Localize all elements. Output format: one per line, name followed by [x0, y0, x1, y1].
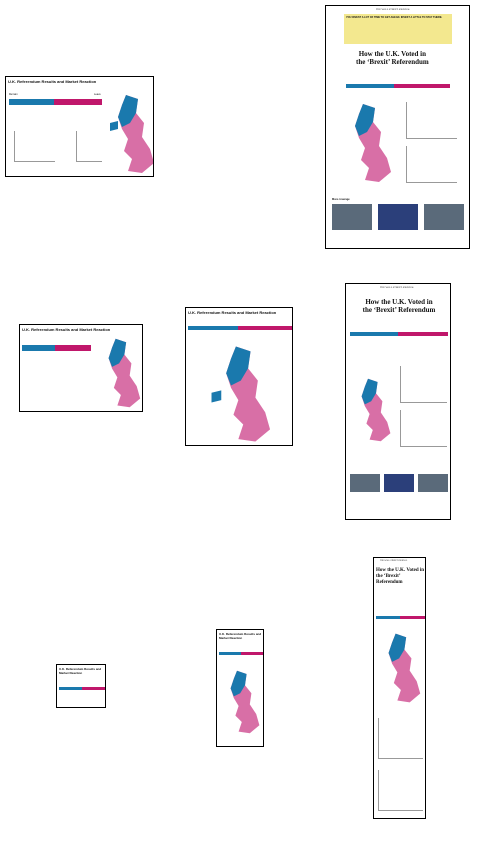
remain-bar [9, 99, 54, 105]
headline-3: How the U.K. Voted in the ‘Brexit’ Refer… [376, 568, 425, 586]
article-desktop-frame: THE WALL STREET JOURNAL YOU INVEST A LOT… [325, 5, 470, 249]
remain-bar-4 [59, 687, 82, 690]
interactive-title: U.K. Referendum Results and Market React… [8, 79, 97, 84]
headline-line-2: the ‘Brexit’ Referendum [356, 58, 429, 66]
uk-map-6 [355, 104, 391, 182]
thumb-7-2[interactable] [384, 474, 414, 492]
interactive-narrow-frame: U.K. Referendum Results and Market React… [185, 307, 293, 446]
ad-banner[interactable]: YOU INVEST A LOT OF TIME TO GET AHEAD. I… [344, 14, 452, 44]
uk-map-3 [211, 346, 271, 442]
headline-3-line-2: the ‘Brexit’ Referendum [376, 574, 403, 585]
thumb-3[interactable] [424, 204, 464, 230]
thumb-1[interactable] [332, 204, 372, 230]
leave-bar-2 [55, 345, 91, 351]
pound-chart-7 [400, 366, 447, 403]
uk-map-2 [108, 338, 141, 408]
leave-label: Leave [94, 93, 101, 96]
remain-label: Remain [9, 93, 18, 96]
headline-line-1: How the U.K. Voted in [358, 50, 426, 58]
leave-bar-3 [238, 326, 292, 330]
headline-2: How the U.K. Voted in the ‘Brexit’ Refer… [350, 298, 448, 314]
headline-2-line-1: How the U.K. Voted in [365, 298, 433, 306]
remain-bar-2 [22, 345, 55, 351]
uk-map [110, 95, 153, 173]
leave-bar-8 [400, 616, 425, 619]
pound-chart-8 [378, 718, 423, 759]
thumb-7-1[interactable] [350, 474, 380, 492]
remain-bar-3 [188, 326, 238, 330]
ad-text: YOU INVEST A LOT OF TIME TO GET AHEAD. I… [346, 16, 443, 19]
leave-bar-5 [241, 652, 263, 655]
headline: How the U.K. Voted in the ‘Brexit’ Refer… [356, 50, 429, 66]
thumb-7-3[interactable] [418, 474, 448, 492]
interactive-desktop-frame: U.K. Referendum Results and Market React… [5, 76, 154, 177]
leave-bar [54, 99, 102, 105]
interactive-title-5: U.K. Referendum Results and Market React… [219, 632, 262, 640]
interactive-small-frame: U.K. Referendum Results and Market React… [56, 664, 106, 708]
article-tablet-frame: THE WALL STREET JOURNAL How the U.K. Vot… [345, 283, 451, 520]
ftse-chart-8 [378, 770, 423, 811]
masthead: THE WALL STREET JOURNAL [376, 8, 411, 11]
leave-bar-6 [394, 84, 450, 88]
ftse-chart [76, 131, 102, 162]
remain-bar-8 [376, 616, 400, 619]
leave-bar-7 [398, 332, 448, 336]
ftse-chart-6 [406, 146, 457, 183]
pound-chart [14, 131, 55, 162]
interactive-tablet-frame: U.K. Referendum Results and Market React… [19, 324, 143, 412]
remain-bar-6 [346, 84, 394, 88]
interactive-title-4: U.K. Referendum Results and Market React… [59, 667, 102, 675]
masthead-3: THE WALL STREET JOURNAL [380, 560, 408, 562]
interactive-title-2: U.K. Referendum Results and Market React… [22, 327, 111, 332]
leave-bar-4 [82, 687, 105, 690]
article-mobile-frame: THE WALL STREET JOURNAL How the U.K. Vot… [373, 557, 426, 819]
pound-chart-6 [406, 102, 457, 139]
headline-2-line-2: the ‘Brexit’ Referendum [362, 306, 436, 314]
interactive-title-3: U.K. Referendum Results and Market React… [188, 310, 277, 315]
remain-bar-5 [219, 652, 241, 655]
interactive-mobile-frame: U.K. Referendum Results and Market React… [216, 629, 264, 747]
ftse-chart-7 [400, 410, 447, 447]
uk-map-8 [388, 633, 421, 703]
masthead-2: THE WALL STREET JOURNAL [380, 286, 415, 289]
uk-map-7 [361, 378, 391, 442]
thumb-2[interactable] [378, 204, 418, 230]
remain-bar-7 [350, 332, 398, 336]
uk-map-5 [230, 670, 260, 734]
more-coverage: More coverage [332, 198, 350, 201]
